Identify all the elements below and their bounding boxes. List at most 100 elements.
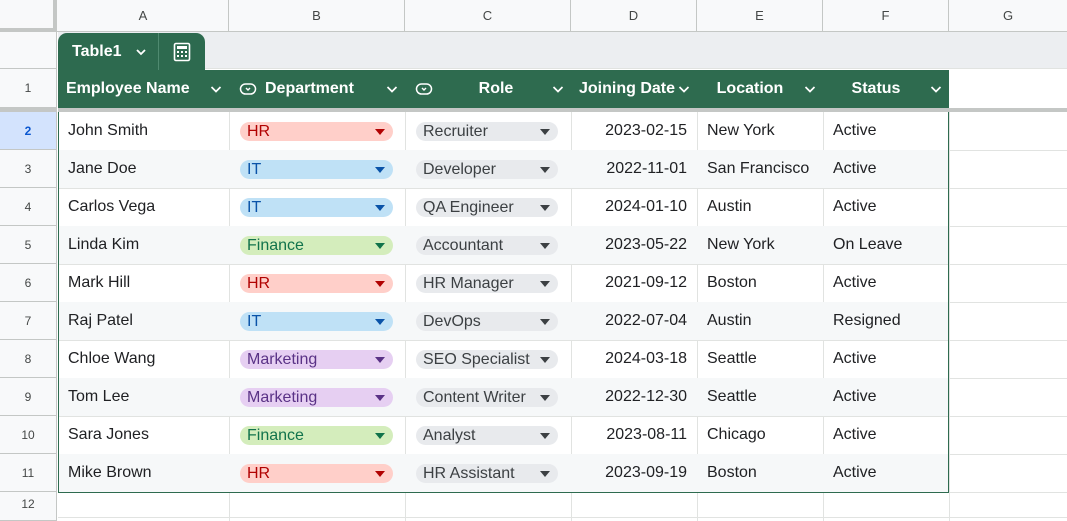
cell-location[interactable]: Seattle [707,340,823,378]
cell-joining-date[interactable]: 2023-09-19 [571,454,687,492]
department-chip[interactable]: IT [240,312,393,331]
cell-employee-name[interactable]: Sara Jones [68,416,226,454]
cell-location[interactable]: New York [707,226,823,264]
dropdown-arrow-icon[interactable] [375,432,385,439]
column-header-f[interactable]: F [823,0,949,32]
department-chip[interactable]: IT [240,198,393,217]
row-header-10[interactable]: 10 [0,416,57,454]
cell-employee-name[interactable]: Raj Patel [68,302,226,340]
cell-employee-name[interactable]: Jane Doe [68,150,226,188]
dropdown-arrow-icon[interactable] [540,394,550,401]
row-header-7[interactable]: 7 [0,302,57,340]
column-header-d[interactable]: D [571,0,697,32]
dropdown-arrow-icon[interactable] [375,470,385,477]
cell-status[interactable]: Resigned [833,302,947,340]
dropdown-arrow-icon[interactable] [375,356,385,363]
cell-employee-name[interactable]: Carlos Vega [68,188,226,226]
column-header-g[interactable]: G [949,0,1067,32]
row-header-4[interactable]: 4 [0,188,57,226]
cell-joining-date[interactable]: 2023-02-15 [571,112,687,150]
dropdown-arrow-icon[interactable] [540,166,550,173]
header-role[interactable]: Role [405,70,571,108]
department-chip[interactable]: Marketing [240,388,393,407]
cell-employee-name[interactable]: Mike Brown [68,454,226,492]
dropdown-arrow-icon[interactable] [375,318,385,325]
dropdown-arrow-icon[interactable] [375,242,385,249]
cell-status[interactable]: Active [833,264,947,302]
dropdown-arrow-icon[interactable] [540,470,550,477]
cell-joining-date[interactable]: 2024-01-10 [571,188,687,226]
row-header-9[interactable]: 9 [0,378,57,416]
header-department[interactable]: Department [229,70,405,108]
dropdown-arrow-icon[interactable] [540,128,550,135]
chevron-down-icon[interactable] [551,82,565,96]
dropdown-arrow-icon[interactable] [375,280,385,287]
cell-joining-date[interactable]: 2024-03-18 [571,340,687,378]
cell-status[interactable]: Active [833,150,947,188]
dropdown-arrow-icon[interactable] [375,128,385,135]
table-name-button[interactable]: Table1 [58,33,158,70]
header-location[interactable]: Location [697,70,823,108]
cell-location[interactable]: Boston [707,264,823,302]
department-chip[interactable]: HR [240,464,393,483]
dropdown-arrow-icon[interactable] [540,432,550,439]
row-header-8[interactable]: 8 [0,340,57,378]
role-chip[interactable]: DevOps [416,312,558,331]
cell-joining-date[interactable]: 2022-07-04 [571,302,687,340]
dropdown-arrow-icon[interactable] [540,280,550,287]
role-chip[interactable]: Analyst [416,426,558,445]
column-header-c[interactable]: C [405,0,571,32]
chevron-down-icon[interactable] [385,82,399,96]
column-header-b[interactable]: B [229,0,405,32]
department-chip[interactable]: Marketing [240,350,393,369]
cell-employee-name[interactable]: Linda Kim [68,226,226,264]
header-employee-name[interactable]: Employee Name [58,70,229,108]
cell-employee-name[interactable]: Tom Lee [68,378,226,416]
dropdown-arrow-icon[interactable] [375,166,385,173]
cell-location[interactable]: San Francisco [707,150,823,188]
cell-location[interactable]: Seattle [707,378,823,416]
cell-status[interactable]: Active [833,188,947,226]
row-header-1[interactable]: 1 [0,69,57,108]
dropdown-arrow-icon[interactable] [540,242,550,249]
chevron-down-icon[interactable] [803,82,817,96]
department-chip[interactable]: Finance [240,426,393,445]
select-all-corner[interactable] [0,0,57,32]
header-joining-date[interactable]: Joining Date [571,70,697,108]
cell-status[interactable]: On Leave [833,226,947,264]
row-header-3[interactable]: 3 [0,150,57,188]
role-chip[interactable]: Recruiter [416,122,558,141]
role-chip[interactable]: QA Engineer [416,198,558,217]
cell-employee-name[interactable]: Mark Hill [68,264,226,302]
role-chip[interactable]: HR Manager [416,274,558,293]
cell-location[interactable]: Boston [707,454,823,492]
cell-status[interactable]: Active [833,454,947,492]
cell-location[interactable]: New York [707,112,823,150]
role-chip[interactable]: HR Assistant [416,464,558,483]
dropdown-arrow-icon[interactable] [540,318,550,325]
cell-status[interactable]: Active [833,378,947,416]
dropdown-arrow-icon[interactable] [540,204,550,211]
cell-joining-date[interactable]: 2022-12-30 [571,378,687,416]
cell-joining-date[interactable]: 2022-11-01 [571,150,687,188]
cell-location[interactable]: Chicago [707,416,823,454]
cell-location[interactable]: Austin [707,188,823,226]
row-header-2[interactable]: 2 [0,112,57,150]
row-header-6[interactable]: 6 [0,264,57,302]
chevron-down-icon[interactable] [677,82,691,96]
row-header-12[interactable]: 12 [0,492,57,521]
row-header-5[interactable]: 5 [0,226,57,264]
role-chip[interactable]: Accountant [416,236,558,255]
cell-status[interactable]: Active [833,416,947,454]
dropdown-arrow-icon[interactable] [540,356,550,363]
role-chip[interactable]: SEO Specialist [416,350,558,369]
cell-joining-date[interactable]: 2021-09-12 [571,264,687,302]
role-chip[interactable]: Content Writer [416,388,558,407]
dropdown-arrow-icon[interactable] [375,394,385,401]
cell-status[interactable]: Active [833,112,947,150]
chevron-down-icon[interactable] [209,82,223,96]
department-chip[interactable]: IT [240,160,393,179]
row-header-11[interactable]: 11 [0,454,57,492]
department-chip[interactable]: HR [240,274,393,293]
cell-joining-date[interactable]: 2023-08-11 [571,416,687,454]
